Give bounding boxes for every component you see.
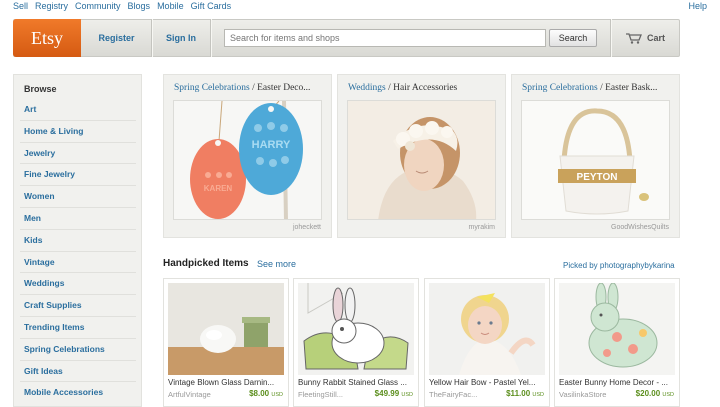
product-price: $49.99 USD xyxy=(375,389,413,398)
egg-name-pink: KAREN xyxy=(204,184,233,193)
product-card[interactable]: Easter Bunny Home Decor - ... VasilinkaS… xyxy=(554,278,680,407)
product-price: $11.00 USD xyxy=(506,389,544,398)
product-image[interactable] xyxy=(429,283,545,375)
featured-category-link[interactable]: Weddings xyxy=(348,83,386,93)
price-currency: USD xyxy=(662,392,674,398)
product-shop[interactable]: TheFairyFac... xyxy=(429,390,487,399)
product-title[interactable]: Yellow Hair Bow - Pastel Yel... xyxy=(429,378,547,387)
price-currency: USD xyxy=(401,392,413,398)
product-image[interactable] xyxy=(298,283,414,375)
sidebar-item-craft-supplies[interactable]: Craft Supplies xyxy=(20,295,136,317)
nav-link-mobile[interactable]: Mobile xyxy=(157,1,184,11)
sidebar-item-jewelry[interactable]: Jewelry xyxy=(20,143,136,165)
featured-subcategory: / Easter Bask... xyxy=(597,83,658,93)
featured-credit[interactable]: myrakim xyxy=(469,224,495,231)
price-currency: USD xyxy=(271,392,283,398)
product-title[interactable]: Easter Bunny Home Decor - ... xyxy=(559,378,677,387)
featured-credit[interactable]: joheckett xyxy=(293,224,321,231)
sidebar-item-home-living[interactable]: Home & Living xyxy=(20,121,136,143)
browse-title: Browse xyxy=(24,84,57,94)
featured-credit[interactable]: GoodWishesQuilts xyxy=(611,224,669,231)
price-value: $11.00 xyxy=(506,389,531,398)
featured-card-heading: Spring Celebrations / Easter Deco... xyxy=(174,83,326,93)
sidebar-item-women[interactable]: Women xyxy=(20,186,136,208)
nav-link-sell[interactable]: Sell xyxy=(13,1,28,11)
handpicked-title: Handpicked Items xyxy=(163,258,249,269)
see-more-link[interactable]: See more xyxy=(257,259,296,269)
basket-name: PEYTON xyxy=(577,172,618,183)
cart-icon xyxy=(625,32,642,44)
nav-link-blogs[interactable]: Blogs xyxy=(128,1,151,11)
product-card[interactable]: Yellow Hair Bow - Pastel Yel... TheFairy… xyxy=(424,278,550,407)
price-currency: USD xyxy=(532,392,544,398)
sidebar-item-kids[interactable]: Kids xyxy=(20,230,136,252)
help-link[interactable]: Help xyxy=(688,1,707,11)
product-image[interactable] xyxy=(559,283,675,375)
nav-link-gift-cards[interactable]: Gift Cards xyxy=(191,1,232,11)
price-value: $49.99 xyxy=(374,389,400,398)
price-value: $8.00 xyxy=(249,389,270,398)
search-input[interactable] xyxy=(224,29,546,47)
featured-category-link[interactable]: Spring Celebrations xyxy=(522,83,598,93)
featured-category-link[interactable]: Spring Celebrations xyxy=(174,83,250,93)
product-card[interactable]: Vintage Blown Glass Darnin... ArtfulVint… xyxy=(163,278,289,407)
featured-card-heading: Weddings / Hair Accessories xyxy=(348,83,500,93)
nav-link-community[interactable]: Community xyxy=(75,1,121,11)
product-title[interactable]: Vintage Blown Glass Darnin... xyxy=(168,378,286,387)
sidebar-item-mobile-accessories[interactable]: Mobile Accessories xyxy=(20,382,136,404)
featured-image-easter-basket[interactable]: PEYTON xyxy=(521,100,670,220)
sidebar-item-fine-jewelry[interactable]: Fine Jewelry xyxy=(20,164,136,187)
price-value: $20.00 xyxy=(635,389,661,398)
cart-button[interactable]: Cart xyxy=(611,19,680,57)
featured-subcategory: / Easter Deco... xyxy=(249,83,311,93)
register-button[interactable]: Register xyxy=(82,19,151,57)
product-shop[interactable]: VasilinkaStore xyxy=(559,390,617,399)
product-card[interactable]: Bunny Rabbit Stained Glass ... FleetingS… xyxy=(293,278,419,407)
picked-by-link[interactable]: Picked by photographybykarina xyxy=(563,261,675,270)
featured-card[interactable]: Spring Celebrations / Easter Deco... HAR… xyxy=(163,74,332,238)
nav-link-registry[interactable]: Registry xyxy=(35,1,68,11)
featured-card[interactable]: Weddings / Hair Accessories myrakim xyxy=(337,74,506,238)
featured-image-hair-accessory[interactable] xyxy=(347,100,496,220)
product-shop[interactable]: FleetingStill... xyxy=(298,390,356,399)
product-price: $8.00 USD xyxy=(249,389,283,398)
product-title[interactable]: Bunny Rabbit Stained Glass ... xyxy=(298,378,416,387)
sidebar-item-vintage[interactable]: Vintage xyxy=(20,252,136,274)
egg-name-blue: HARRY xyxy=(252,139,291,151)
search-button[interactable]: Search xyxy=(549,29,597,47)
featured-card-heading: Spring Celebrations / Easter Bask... xyxy=(522,83,674,93)
product-image[interactable] xyxy=(168,283,284,375)
featured-subcategory: / Hair Accessories xyxy=(385,83,458,93)
sidebar-item-men[interactable]: Men xyxy=(20,208,136,230)
browse-sidebar: Browse Art Home & Living Jewelry Fine Je… xyxy=(13,74,142,407)
featured-card[interactable]: Spring Celebrations / Easter Bask... PEY… xyxy=(511,74,680,238)
etsy-logo[interactable]: Etsy xyxy=(13,19,81,57)
sidebar-item-art[interactable]: Art xyxy=(20,99,136,121)
sidebar-item-gift-ideas[interactable]: Gift Ideas xyxy=(20,361,136,383)
sidebar-item-spring-celebrations[interactable]: Spring Celebrations xyxy=(20,339,136,361)
product-shop[interactable]: ArtfulVintage xyxy=(168,390,226,399)
sidebar-item-trending-items[interactable]: Trending Items xyxy=(20,317,136,339)
header-divider xyxy=(210,19,211,57)
signin-button[interactable]: Sign In xyxy=(152,19,210,57)
product-price: $20.00 USD xyxy=(636,389,674,398)
sidebar-item-weddings[interactable]: Weddings xyxy=(20,273,136,296)
top-nav: Sell Registry Community Blogs Mobile Gif… xyxy=(0,0,720,13)
featured-image-easter-eggs[interactable]: HARRY KAREN xyxy=(173,100,322,220)
cart-label: Cart xyxy=(646,33,665,43)
